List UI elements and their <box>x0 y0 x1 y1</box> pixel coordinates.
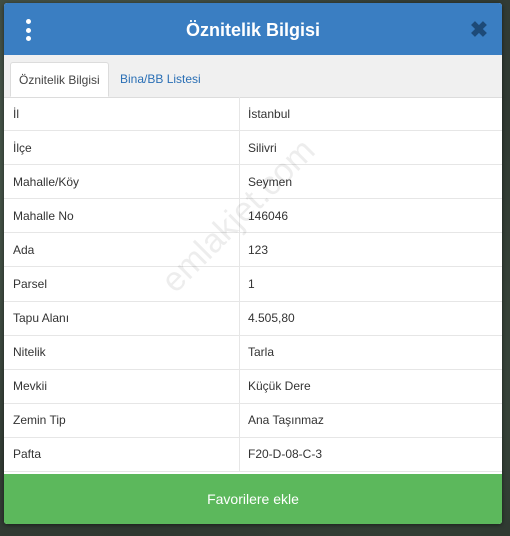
attribute-value: 123 <box>248 242 269 257</box>
attribute-value: İstanbul <box>248 106 291 121</box>
table-row: İl İstanbul <box>4 97 502 132</box>
attribute-value: 1 <box>248 277 255 292</box>
attribute-key: Mevkii <box>4 369 240 403</box>
attribute-value: 146046 <box>248 208 289 223</box>
table-row: Pafta F20-D-08-C-3 <box>4 437 502 473</box>
close-icon[interactable]: ✖ <box>468 19 490 41</box>
attribute-key: Tapu Alanı <box>4 301 240 335</box>
table-row: Mahalle/Köy Seymen <box>4 165 502 200</box>
table-row: İlçe Silivri <box>4 131 502 166</box>
menu-dot <box>25 36 31 41</box>
attribute-key: Pafta <box>4 437 240 472</box>
tab-bar: Öznitelik Bilgisi Bina/BB Listesi <box>4 55 502 98</box>
table-row: Mevkii Küçük Dere <box>4 369 502 404</box>
attribute-value: Silivri <box>248 140 277 155</box>
tab-attribute-info[interactable]: Öznitelik Bilgisi <box>10 62 109 97</box>
attribute-key: İl <box>4 97 240 131</box>
attribute-value: 4.505,80 <box>248 311 295 326</box>
table-row: Tapu Alanı 4.505,80 <box>4 301 502 336</box>
attribute-value: F20-D-08-C-3 <box>248 447 323 462</box>
panel-title: Öznitelik Bilgisi <box>185 20 321 40</box>
tab-building-list[interactable]: Bina/BB Listesi <box>112 62 209 97</box>
attribute-value: Seymen <box>248 174 293 189</box>
attribute-key: Nitelik <box>4 335 240 369</box>
attribute-value: Tarla <box>248 345 275 360</box>
attribute-key: Mahalle/Köy <box>4 165 240 199</box>
table-row: Parsel 1 <box>4 267 502 302</box>
panel-header: Öznitelik Bilgisi ✖ <box>4 3 502 55</box>
attribute-value: Ana Taşınmaz <box>248 413 324 428</box>
table-row: Mahalle No 146046 <box>4 199 502 234</box>
attribute-key: İlçe <box>4 131 240 165</box>
table-row: Ada 123 <box>4 233 502 268</box>
menu-dot <box>25 27 31 33</box>
attribute-key: Zemin Tip <box>4 403 240 437</box>
attribute-key: Mahalle No <box>4 199 240 233</box>
attribute-table: İl İstanbul İlçe Silivri Mahalle/Köy Sey… <box>4 97 502 473</box>
attribute-value: Küçük Dere <box>248 379 311 394</box>
attribute-info-panel: Öznitelik Bilgisi ✖ Öznitelik Bilgisi Bi… <box>4 3 502 524</box>
attribute-key: Ada <box>4 233 240 267</box>
kebab-menu-icon[interactable] <box>23 19 33 41</box>
attribute-key: Parsel <box>4 267 240 301</box>
table-row: Nitelik Tarla <box>4 335 502 370</box>
add-to-favorites-button[interactable]: Favorilere ekle <box>4 474 502 524</box>
menu-dot <box>25 19 31 24</box>
table-row: Zemin Tip Ana Taşınmaz <box>4 403 502 438</box>
